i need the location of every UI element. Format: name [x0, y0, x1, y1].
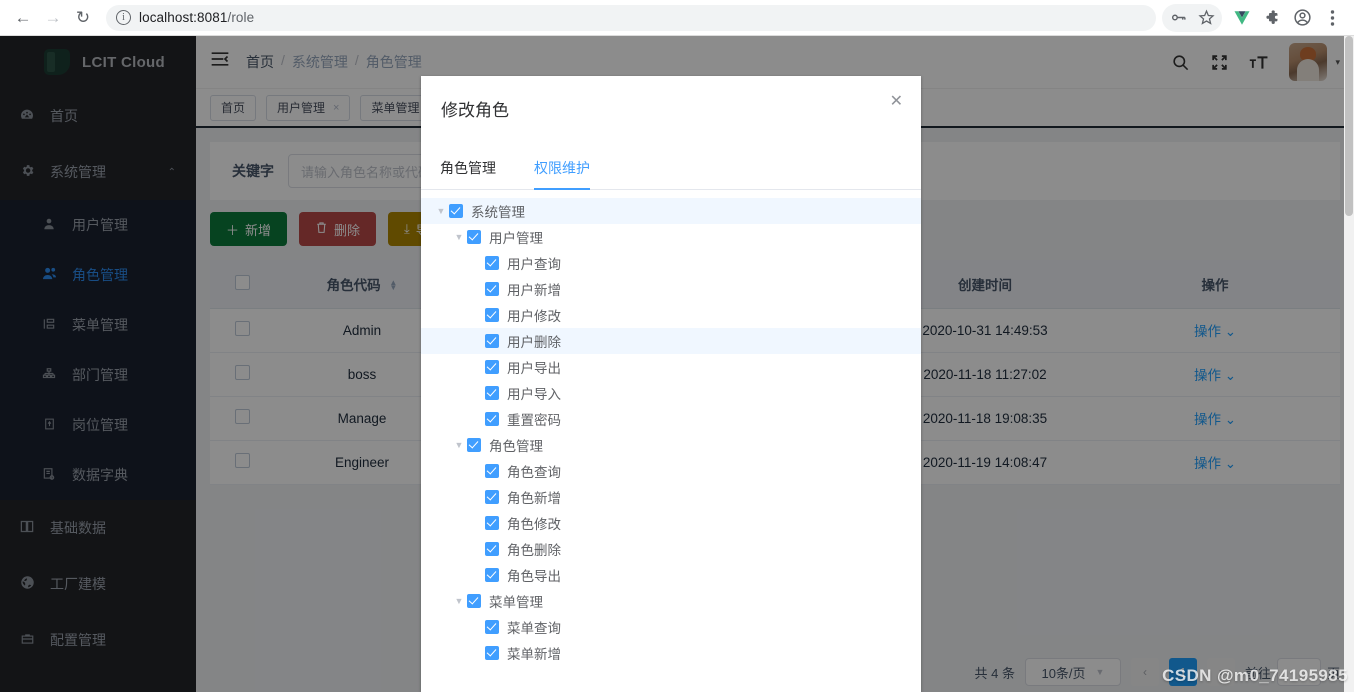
scrollbar-thumb[interactable]: [1345, 36, 1353, 216]
tree-checkbox[interactable]: [485, 464, 499, 478]
tree-checkbox[interactable]: [485, 360, 499, 374]
tree-checkbox[interactable]: [485, 646, 499, 660]
watermark: CSDN @m0_74195985: [1162, 666, 1348, 685]
tree-node[interactable]: ▼用户导出: [421, 354, 921, 380]
tree-node-label: 角色查询: [507, 465, 561, 480]
address-bar[interactable]: i localhost:8081/role: [106, 4, 1156, 31]
tree-node[interactable]: ▼角色导出: [421, 562, 921, 588]
tab-label: 权限维护: [534, 160, 590, 176]
back-arrow-icon[interactable]: ←: [8, 3, 38, 33]
tree-node-label: 用户新增: [507, 283, 561, 298]
browser-actions: [1162, 3, 1346, 32]
omnibox-actions: [1162, 3, 1222, 32]
tree-node-label: 系统管理: [471, 205, 525, 220]
tab-label: 角色管理: [440, 160, 496, 176]
page-scrollbar[interactable]: [1344, 36, 1354, 692]
tree-checkbox[interactable]: [467, 594, 481, 608]
tree-checkbox[interactable]: [485, 256, 499, 270]
password-key-icon[interactable]: [1164, 4, 1192, 32]
tree-node[interactable]: ▼菜单新增: [421, 640, 921, 660]
tree-checkbox[interactable]: [485, 308, 499, 322]
tree-checkbox[interactable]: [485, 412, 499, 426]
tree-node[interactable]: ▼用户导入: [421, 380, 921, 406]
tree-node[interactable]: ▼用户新增: [421, 276, 921, 302]
edit-role-modal: 修改角色 ✕ 角色管理 权限维护 ▼系统管理▼用户管理▼用户查询▼用户新增▼用户…: [421, 76, 921, 692]
tree-node-label: 角色删除: [507, 543, 561, 558]
url-text: localhost:8081/role: [139, 10, 254, 25]
tree-checkbox[interactable]: [485, 334, 499, 348]
tree-checkbox[interactable]: [485, 490, 499, 504]
tree-node[interactable]: ▼ 用户管理: [421, 224, 921, 250]
url-host: localhost:8081: [139, 10, 228, 25]
tree-node-label: 角色管理: [489, 439, 543, 454]
tree-node[interactable]: ▼用户修改: [421, 302, 921, 328]
tree-node-label: 用户导入: [507, 387, 561, 402]
reload-icon[interactable]: ↻: [68, 3, 98, 33]
tree-node-label: 菜单管理: [489, 595, 543, 610]
tree-node[interactable]: ▼用户查询: [421, 250, 921, 276]
tree-checkbox[interactable]: [485, 516, 499, 530]
caret-down-icon[interactable]: ▼: [433, 206, 449, 216]
browser-toolbar: ← → ↻ i localhost:8081/role: [0, 0, 1354, 36]
site-info-icon[interactable]: i: [116, 10, 131, 25]
caret-down-icon[interactable]: ▼: [451, 596, 467, 606]
extensions-puzzle-icon[interactable]: [1258, 4, 1286, 32]
tree-node[interactable]: ▼角色新增: [421, 484, 921, 510]
tree-node-label: 角色新增: [507, 491, 561, 506]
close-icon[interactable]: ✕: [890, 94, 903, 110]
tree-node[interactable]: ▼角色删除: [421, 536, 921, 562]
tree-node-label: 菜单新增: [507, 647, 561, 660]
tree-node-label: 用户查询: [507, 257, 561, 272]
caret-down-icon[interactable]: ▼: [451, 440, 467, 450]
tree-node[interactable]: ▼ 菜单管理: [421, 588, 921, 614]
tree-checkbox[interactable]: [485, 282, 499, 296]
browser-menu-icon[interactable]: [1318, 4, 1346, 32]
tree-checkbox[interactable]: [485, 386, 499, 400]
tree-checkbox[interactable]: [467, 230, 481, 244]
tab-permission-maintenance[interactable]: 权限维护: [534, 158, 590, 190]
tree-node-label: 角色修改: [507, 517, 561, 532]
tree-node[interactable]: ▼菜单查询: [421, 614, 921, 640]
permission-tree: ▼系统管理▼用户管理▼用户查询▼用户新增▼用户修改▼用户删除▼用户导出▼用户导入…: [421, 190, 921, 660]
tree-node-label: 用户导出: [507, 361, 561, 376]
tree-node-label: 用户修改: [507, 309, 561, 324]
bookmark-star-icon[interactable]: [1192, 4, 1220, 32]
tab-role-management[interactable]: 角色管理: [440, 158, 496, 189]
tree-node[interactable]: ▼重置密码: [421, 406, 921, 432]
app-root: ← → ↻ i localhost:8081/role LCIT Cloud 首…: [0, 0, 1354, 692]
modal-tabs: 角色管理 权限维护: [421, 158, 921, 190]
tree-node-label: 重置密码: [507, 413, 561, 428]
tree-node[interactable]: ▼ 角色管理: [421, 432, 921, 458]
tree-checkbox[interactable]: [485, 542, 499, 556]
vue-devtools-icon[interactable]: [1228, 4, 1256, 32]
tree-node-label: 用户删除: [507, 335, 561, 350]
tree-node[interactable]: ▼角色查询: [421, 458, 921, 484]
tree-node[interactable]: ▼ 系统管理: [421, 198, 921, 224]
tree-checkbox[interactable]: [485, 568, 499, 582]
profile-avatar-icon[interactable]: [1288, 4, 1316, 32]
tree-node[interactable]: ▼角色修改: [421, 510, 921, 536]
url-path: /role: [227, 10, 255, 25]
tree-checkbox[interactable]: [485, 620, 499, 634]
modal-title: 修改角色: [441, 101, 509, 120]
tree-node-label: 角色导出: [507, 569, 561, 584]
tree-node-label: 用户管理: [489, 231, 543, 246]
tree-checkbox[interactable]: [449, 204, 463, 218]
tree-checkbox[interactable]: [467, 438, 481, 452]
caret-down-icon[interactable]: ▼: [451, 232, 467, 242]
tree-node-label: 菜单查询: [507, 621, 561, 636]
modal-header: 修改角色 ✕: [421, 76, 921, 130]
tree-node[interactable]: ▼用户删除: [421, 328, 921, 354]
forward-arrow-icon[interactable]: →: [38, 3, 68, 33]
